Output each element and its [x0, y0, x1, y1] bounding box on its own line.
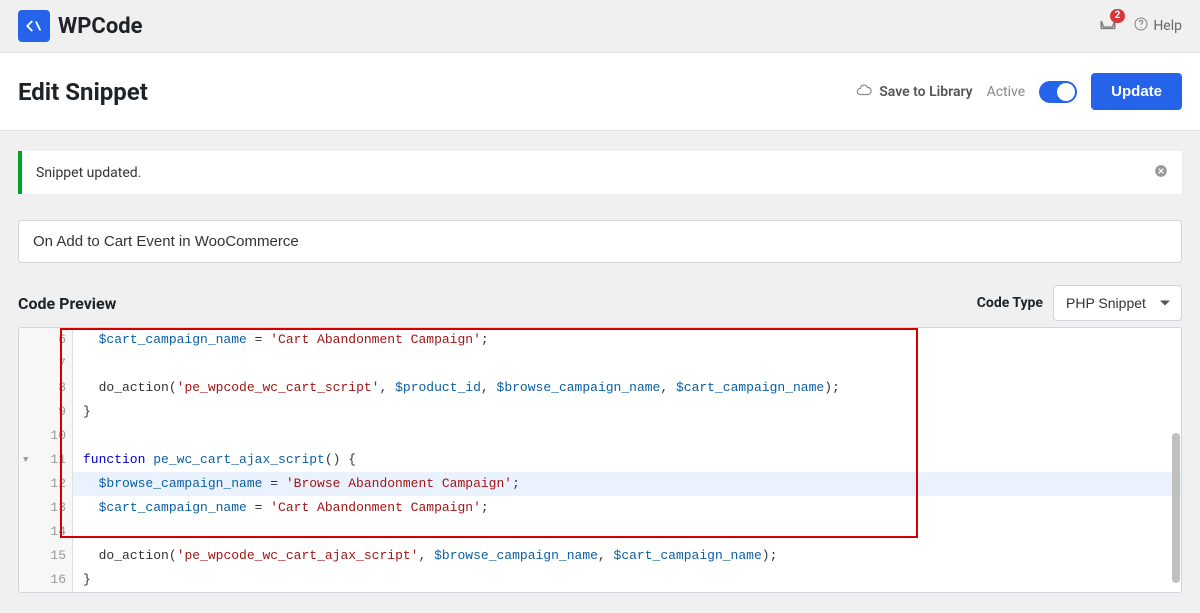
notifications-button[interactable]: 2 — [1099, 15, 1117, 38]
code-line[interactable] — [73, 520, 1181, 544]
notification-count-badge: 2 — [1110, 9, 1126, 23]
top-bar: WPCode 2 Help — [0, 0, 1200, 53]
fold-marker-icon[interactable]: ▼ — [23, 448, 28, 472]
code-line[interactable] — [73, 352, 1181, 376]
code-line[interactable]: do_action('pe_wpcode_wc_cart_ajax_script… — [73, 544, 1181, 568]
snippet-title-input[interactable] — [18, 220, 1182, 263]
help-label: Help — [1153, 18, 1182, 34]
brand-logo — [18, 10, 50, 42]
code-editor[interactable]: 67891011▼1213141516 $cart_campaign_name … — [18, 327, 1182, 593]
save-to-library-button[interactable]: Save to Library — [855, 81, 972, 103]
code-line[interactable]: $browse_campaign_name = 'Browse Abandonm… — [73, 472, 1181, 496]
success-notice: Snippet updated. — [18, 151, 1182, 194]
active-toggle[interactable] — [1039, 81, 1077, 103]
code-type-select-wrap: PHP Snippet — [1053, 285, 1182, 321]
line-number: 6 — [19, 328, 72, 352]
page-header: Edit Snippet Save to Library Active Upda… — [0, 53, 1200, 131]
code-type-label: Code Type — [977, 295, 1043, 311]
code-type-select[interactable]: PHP Snippet — [1053, 285, 1182, 321]
cloud-icon — [855, 81, 873, 103]
line-number: 8 — [19, 376, 72, 400]
active-label: Active — [987, 84, 1026, 100]
help-link[interactable]: Help — [1133, 16, 1182, 36]
editor-outer: 67891011▼1213141516 $cart_campaign_name … — [18, 327, 1182, 593]
line-number: 15 — [19, 544, 72, 568]
update-button[interactable]: Update — [1091, 73, 1182, 110]
help-icon — [1133, 16, 1149, 36]
code-line[interactable]: function pe_wc_cart_ajax_script() { — [73, 448, 1181, 472]
line-number: 9 — [19, 400, 72, 424]
line-number: 7 — [19, 352, 72, 376]
section-header: Code Preview Code Type PHP Snippet — [18, 285, 1182, 321]
line-number: 11▼ — [19, 448, 72, 472]
content-body: Snippet updated. Code Preview Code Type … — [0, 131, 1200, 613]
line-number: 13 — [19, 496, 72, 520]
code-icon — [25, 17, 43, 35]
code-line[interactable]: $cart_campaign_name = 'Cart Abandonment … — [73, 328, 1181, 352]
brand: WPCode — [18, 10, 143, 42]
line-number: 10 — [19, 424, 72, 448]
top-right: 2 Help — [1099, 15, 1182, 38]
code-body[interactable]: $cart_campaign_name = 'Cart Abandonment … — [73, 328, 1181, 592]
line-number: 14 — [19, 520, 72, 544]
code-line[interactable]: $cart_campaign_name = 'Cart Abandonment … — [73, 496, 1181, 520]
code-line[interactable]: } — [73, 400, 1181, 424]
page-title: Edit Snippet — [18, 78, 148, 106]
brand-name: WPCode — [58, 14, 143, 39]
header-actions: Save to Library Active Update — [855, 73, 1182, 110]
line-number: 12 — [19, 472, 72, 496]
gutter: 67891011▼1213141516 — [19, 328, 73, 592]
code-line[interactable] — [73, 424, 1181, 448]
code-line[interactable]: } — [73, 568, 1181, 592]
code-preview-label: Code Preview — [18, 294, 116, 313]
line-number: 16 — [19, 568, 72, 592]
code-line[interactable]: do_action('pe_wpcode_wc_cart_script', $p… — [73, 376, 1181, 400]
notice-dismiss-button[interactable] — [1154, 163, 1168, 182]
scrollbar-thumb[interactable] — [1172, 433, 1180, 583]
code-type-wrap: Code Type PHP Snippet — [977, 285, 1182, 321]
save-to-library-label: Save to Library — [879, 84, 972, 100]
notice-text: Snippet updated. — [36, 165, 141, 181]
close-icon — [1154, 164, 1168, 178]
